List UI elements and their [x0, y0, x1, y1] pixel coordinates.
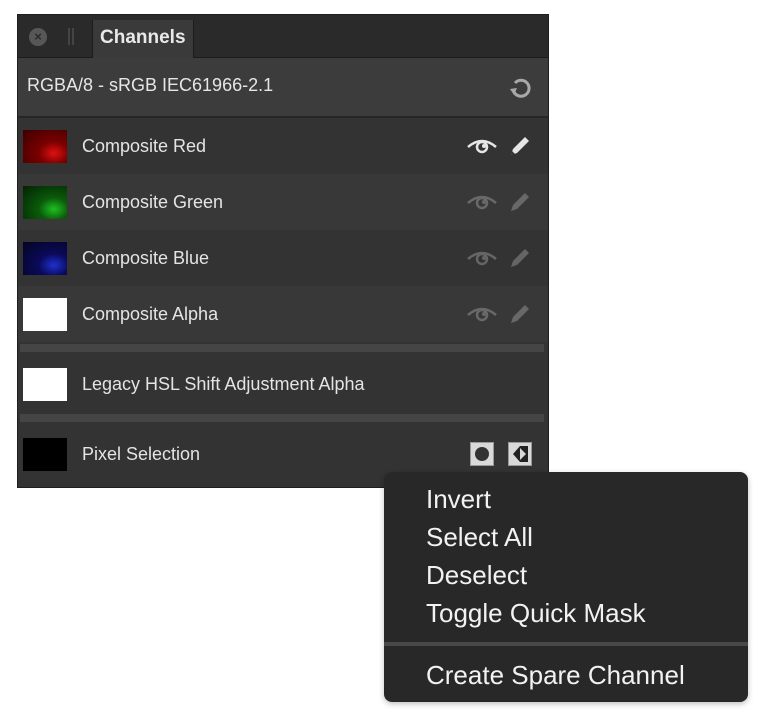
menu-item-toggle-quick-mask[interactable]: Toggle Quick Mask	[384, 594, 748, 632]
pencil-icon[interactable]	[508, 302, 532, 326]
eye-icon[interactable]	[466, 305, 498, 323]
channel-label: Composite Green	[82, 192, 224, 212]
color-format-label: RGBA/8 - sRGB IEC61966-2.1	[27, 75, 274, 95]
menu-item-deselect[interactable]: Deselect	[384, 556, 748, 594]
eye-icon[interactable]	[466, 137, 498, 155]
channel-thumbnail	[23, 298, 67, 331]
eye-icon[interactable]	[466, 249, 498, 267]
pencil-icon[interactable]	[508, 134, 532, 158]
pencil-icon[interactable]	[508, 246, 532, 270]
channel-label: Composite Blue	[82, 248, 210, 268]
channel-thumbnail	[23, 438, 67, 471]
channel-list: Composite Red Composite Green Composite …	[18, 118, 548, 482]
tab-channels[interactable]: Channels	[92, 20, 194, 58]
close-icon[interactable]: ×	[29, 28, 47, 46]
invert-selection-icon	[513, 446, 528, 462]
channel-row-green[interactable]: Composite Green	[18, 174, 548, 230]
menu-item-invert[interactable]: Invert	[384, 480, 748, 518]
channel-label: Pixel Selection	[82, 444, 201, 464]
channel-thumbnail	[23, 368, 67, 401]
section-divider	[18, 342, 548, 356]
color-format-header: RGBA/8 - sRGB IEC61966-2.1	[18, 58, 548, 118]
menu-item-select-all[interactable]: Select All	[384, 518, 748, 556]
spare-channel-row[interactable]: Legacy HSL Shift Adjustment Alpha	[18, 356, 548, 412]
channel-row-alpha[interactable]: Composite Alpha	[18, 286, 548, 342]
eye-icon[interactable]	[466, 193, 498, 211]
quick-mask-button[interactable]	[470, 442, 494, 466]
channel-label: Composite Red	[82, 136, 207, 156]
drag-grip-icon[interactable]	[68, 28, 74, 45]
invert-selection-button[interactable]	[508, 442, 532, 466]
channels-panel: × Channels RGBA/8 - sRGB IEC61966-2.1 Co…	[17, 14, 549, 488]
section-divider	[18, 412, 548, 426]
channel-label: Composite Alpha	[82, 304, 219, 324]
channel-label: Legacy HSL Shift Adjustment Alpha	[82, 374, 365, 394]
refresh-icon[interactable]	[508, 75, 534, 101]
menu-item-create-spare-channel[interactable]: Create Spare Channel	[384, 656, 748, 694]
channel-thumbnail	[23, 242, 67, 275]
channel-row-blue[interactable]: Composite Blue	[18, 230, 548, 286]
pencil-icon[interactable]	[508, 190, 532, 214]
panel-tab-bar: × Channels	[18, 15, 548, 58]
channel-thumbnail	[23, 130, 67, 163]
quick-mask-icon	[475, 447, 489, 461]
menu-separator	[384, 642, 748, 646]
channel-row-red[interactable]: Composite Red	[18, 118, 548, 174]
channel-thumbnail	[23, 186, 67, 219]
context-menu: Invert Select All Deselect Toggle Quick …	[384, 472, 748, 702]
